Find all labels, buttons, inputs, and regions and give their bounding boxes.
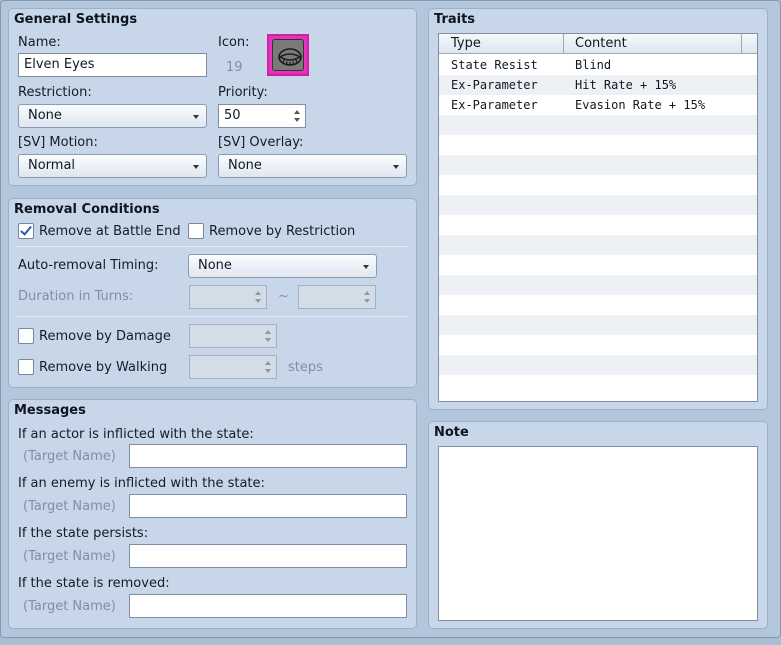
message-enemy-input[interactable] <box>129 494 407 518</box>
remove-by-walking-checkbox[interactable] <box>18 359 34 375</box>
spin-arrows-icon <box>264 327 272 345</box>
chevron-down-icon <box>363 265 369 269</box>
icon-label: Icon: <box>218 35 250 50</box>
icon-index: 19 <box>226 60 243 75</box>
restriction-select[interactable]: None <box>18 104 207 128</box>
traits-table-header: Type Content <box>439 34 757 54</box>
chevron-down-icon <box>193 165 199 169</box>
column-divider <box>741 34 742 54</box>
trait-content-cell: Blind <box>575 58 612 72</box>
auto-removal-timing-value: None <box>198 258 232 273</box>
remove-by-walking-label[interactable]: Remove by Walking <box>39 360 167 375</box>
priority-stepper[interactable]: 50 <box>218 104 306 128</box>
remove-by-damage-checkbox[interactable] <box>18 328 34 344</box>
table-row-empty[interactable] <box>439 115 757 135</box>
remove-at-battle-end-label[interactable]: Remove at Battle End <box>39 224 181 239</box>
trait-type-cell: State Resist <box>451 58 538 72</box>
sv-overlay-select[interactable]: None <box>218 154 407 178</box>
remove-by-restriction-label[interactable]: Remove by Restriction <box>209 224 355 239</box>
table-row[interactable]: Ex-Parameter Hit Rate + 15% <box>439 75 757 95</box>
sv-overlay-label: [SV] Overlay: <box>218 135 304 150</box>
spin-arrows-icon <box>363 288 371 306</box>
name-input[interactable]: Elven Eyes <box>18 53 207 77</box>
table-row-empty[interactable] <box>439 235 757 255</box>
duration-in-turns-label: Duration in Turns: <box>18 289 134 304</box>
message-actor-label: If an actor is inflicted with the state: <box>18 427 254 442</box>
sv-motion-value: Normal <box>28 158 76 173</box>
table-row-empty[interactable] <box>439 355 757 375</box>
priority-label: Priority: <box>218 85 268 100</box>
message-enemy-label: If an enemy is inflicted with the state: <box>18 476 265 491</box>
trait-type-cell: Ex-Parameter <box>451 78 538 92</box>
restriction-label: Restriction: <box>18 85 92 100</box>
sv-overlay-value: None <box>228 158 262 173</box>
trait-content-cell: Hit Rate + 15% <box>575 78 677 92</box>
remove-by-restriction-checkbox[interactable] <box>188 223 204 239</box>
spin-arrows-icon <box>254 288 262 306</box>
sv-motion-label: [SV] Motion: <box>18 135 98 150</box>
priority-value: 50 <box>224 108 241 123</box>
message-actor-input[interactable] <box>129 444 407 468</box>
table-row-empty[interactable] <box>439 275 757 295</box>
table-row-empty[interactable] <box>439 195 757 215</box>
message-persists-label: If the state persists: <box>18 526 149 541</box>
removal-conditions-title: Removal Conditions <box>14 202 160 217</box>
message-persists-input[interactable] <box>129 544 407 568</box>
column-divider <box>563 34 564 54</box>
duration-range-separator: ~ <box>278 289 289 304</box>
table-row-empty[interactable] <box>439 175 757 195</box>
table-row-empty[interactable] <box>439 215 757 235</box>
table-row-empty[interactable] <box>439 135 757 155</box>
target-name-placeholder: (Target Name) <box>23 449 116 464</box>
trait-content-cell: Evasion Rate + 15% <box>575 98 706 112</box>
message-removed-input[interactable] <box>129 594 407 618</box>
auto-removal-timing-select[interactable]: None <box>188 254 377 278</box>
separator <box>15 316 408 317</box>
messages-title: Messages <box>14 403 86 418</box>
duration-min-stepper <box>189 285 267 309</box>
table-row-empty[interactable] <box>439 295 757 315</box>
general-settings-title: General Settings <box>14 12 138 27</box>
trait-type-cell: Ex-Parameter <box>451 98 538 112</box>
state-icon-picker[interactable] <box>267 34 309 76</box>
damage-percent-stepper <box>189 324 277 348</box>
column-header-content[interactable]: Content <box>575 36 627 51</box>
target-name-placeholder: (Target Name) <box>23 549 116 564</box>
name-label: Name: <box>18 35 61 50</box>
traits-table[interactable]: Type Content State Resist Blind Ex-Param… <box>438 33 758 402</box>
sv-motion-select[interactable]: Normal <box>18 154 207 178</box>
separator <box>15 246 408 247</box>
duration-max-stepper <box>298 285 376 309</box>
steps-label: steps <box>288 360 323 375</box>
spin-arrows-icon[interactable] <box>293 107 301 125</box>
note-title: Note <box>434 425 469 440</box>
table-row-empty[interactable] <box>439 155 757 175</box>
traits-title: Traits <box>434 12 476 27</box>
table-row[interactable]: State Resist Blind <box>439 55 757 75</box>
note-textarea[interactable] <box>438 446 758 621</box>
restriction-value: None <box>28 108 62 123</box>
table-row-empty[interactable] <box>439 255 757 275</box>
target-name-placeholder: (Target Name) <box>23 499 116 514</box>
table-row-empty[interactable] <box>439 315 757 335</box>
column-header-type[interactable]: Type <box>451 36 481 51</box>
remove-at-battle-end-checkbox[interactable] <box>18 223 34 239</box>
chevron-down-icon <box>193 115 199 119</box>
closed-eye-icon <box>272 39 304 71</box>
table-row[interactable]: Ex-Parameter Evasion Rate + 15% <box>439 95 757 115</box>
table-row-empty[interactable] <box>439 375 757 395</box>
chevron-down-icon <box>393 165 399 169</box>
walking-steps-stepper <box>189 355 277 379</box>
message-removed-label: If the state is removed: <box>18 576 170 591</box>
checkmark-icon <box>20 223 32 236</box>
spin-arrows-icon <box>264 358 272 376</box>
auto-removal-timing-label: Auto-removal Timing: <box>18 258 159 273</box>
remove-by-damage-label[interactable]: Remove by Damage <box>39 329 171 344</box>
table-row-empty[interactable] <box>439 335 757 355</box>
target-name-placeholder: (Target Name) <box>23 599 116 614</box>
